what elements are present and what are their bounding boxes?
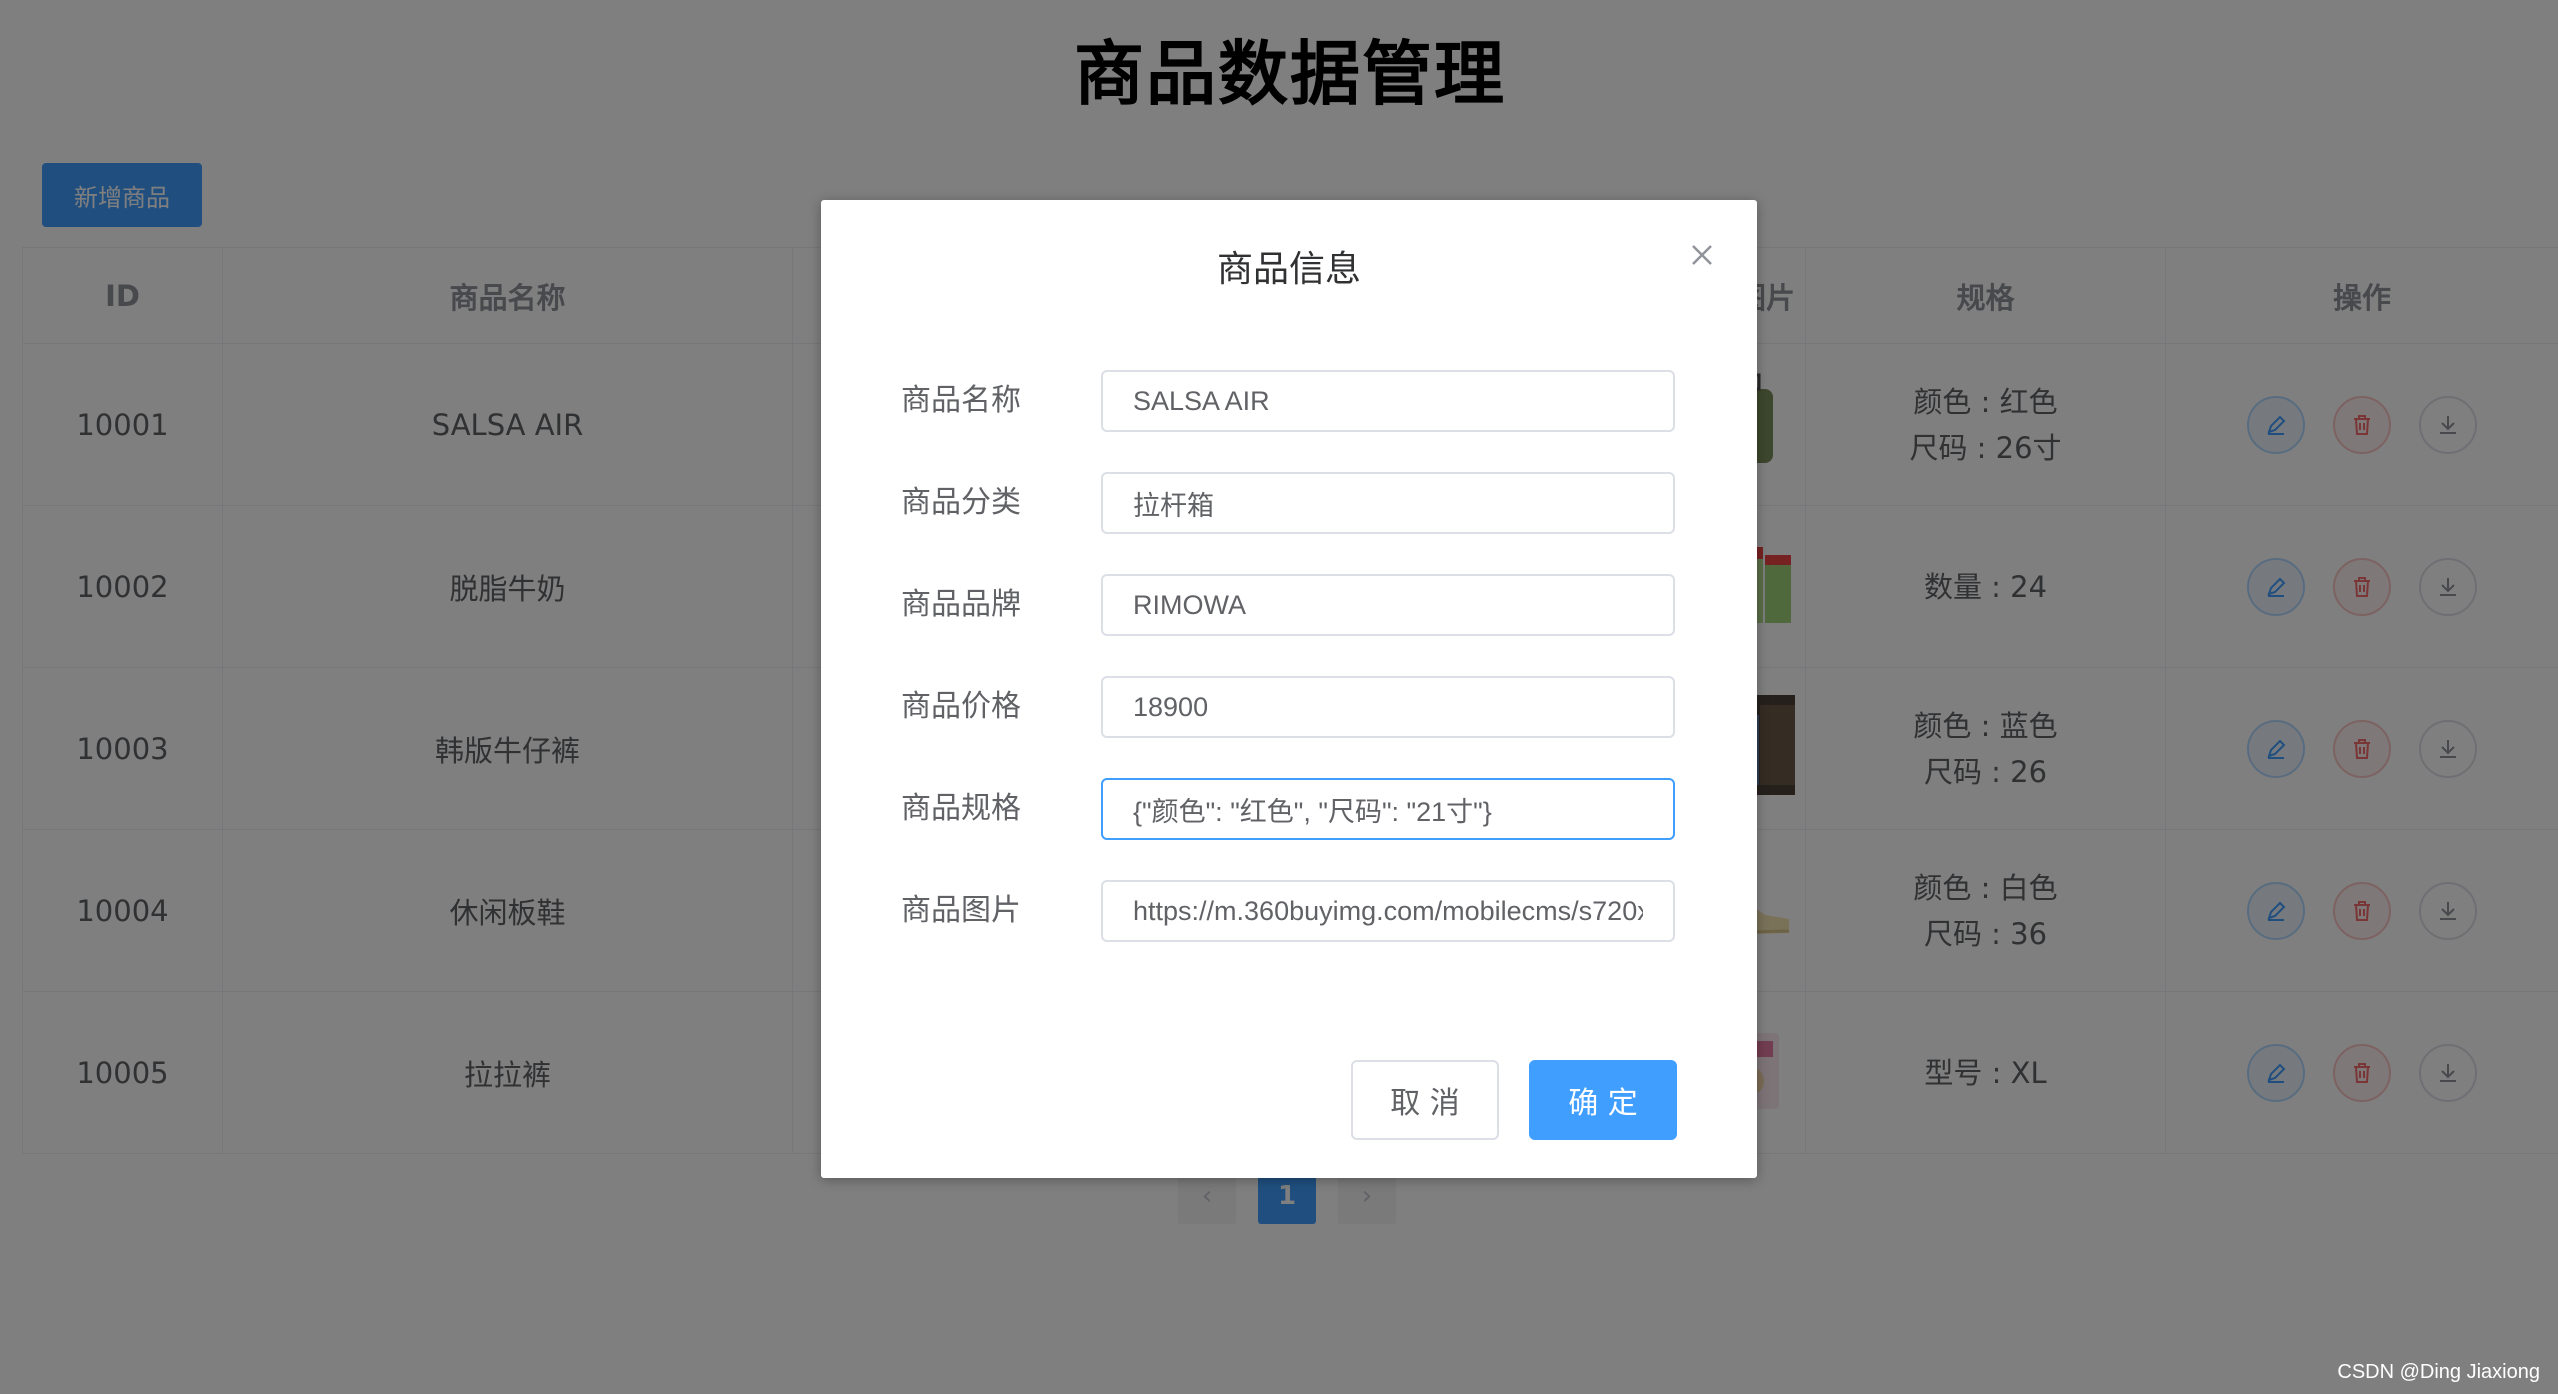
form-row-category: 商品分类	[901, 472, 1677, 534]
category-input[interactable]	[1101, 472, 1675, 534]
close-icon	[1692, 245, 1712, 265]
form-row-name: 商品名称	[901, 370, 1677, 432]
form-row-price: 商品价格	[901, 676, 1677, 738]
brand-label: 商品品牌	[901, 587, 1021, 622]
spec-label: 商品规格	[901, 791, 1021, 826]
name-label: 商品名称	[901, 383, 1021, 418]
confirm-button[interactable]: 确 定	[1529, 1060, 1677, 1140]
brand-input[interactable]	[1101, 574, 1675, 636]
name-input[interactable]	[1101, 370, 1675, 432]
product-info-dialog: 商品信息 商品名称 商品分类 商品品牌 商品价格 商品规格 商品图片 取 消	[821, 200, 1757, 1178]
price-label: 商品价格	[901, 689, 1021, 724]
close-button[interactable]	[1687, 240, 1717, 270]
image-label: 商品图片	[901, 893, 1021, 928]
category-label: 商品分类	[901, 485, 1021, 520]
form-row-brand: 商品品牌	[901, 574, 1677, 636]
spec-input[interactable]	[1101, 778, 1675, 840]
form-row-spec: 商品规格	[901, 778, 1677, 840]
cancel-button[interactable]: 取 消	[1351, 1060, 1499, 1140]
page: 商品数据管理 新增商品 ID 商品名称 图片 规格 操作 10001 SALSA…	[0, 0, 2558, 1394]
price-input[interactable]	[1101, 676, 1675, 738]
form-row-image: 商品图片	[901, 880, 1677, 942]
watermark: CSDN @Ding Jiaxiong	[2337, 1361, 2540, 1383]
image-url-input[interactable]	[1101, 880, 1675, 942]
dialog-title: 商品信息	[1216, 249, 1361, 290]
